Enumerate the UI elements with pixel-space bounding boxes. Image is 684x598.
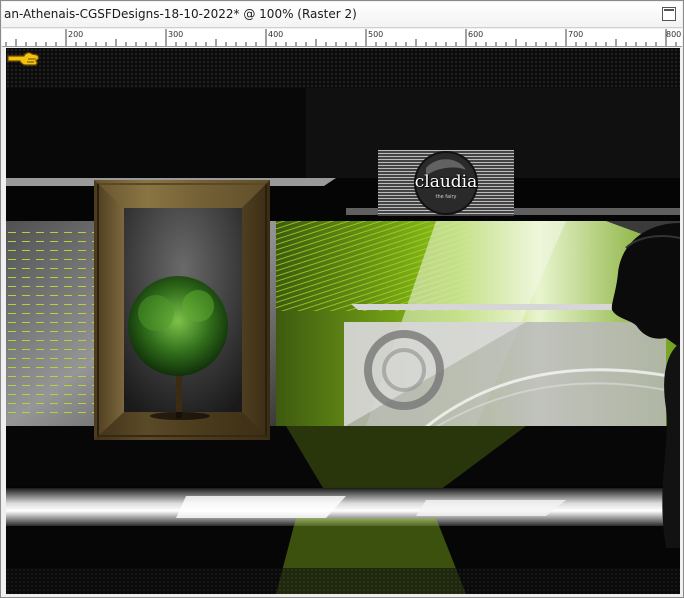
ruler-label-400: 400	[268, 30, 284, 39]
title-bar[interactable]: an-Athenais-CGSFDesigns-18-10-2022* @ 10…	[2, 2, 682, 28]
window-title: an-Athenais-CGSFDesigns-18-10-2022* @ 10…	[4, 7, 357, 21]
ruler-label-700: 700	[568, 30, 584, 39]
ruler-label-200: 200	[68, 30, 84, 39]
image-canvas[interactable]: claudia the fairy	[6, 48, 680, 594]
ruler-label-300: 300	[168, 30, 184, 39]
watermark-subtext: the fairy	[435, 194, 457, 200]
horizontal-ruler[interactable]: 200 300 400 500 600 700 800	[2, 29, 682, 47]
ruler-label-800: 800	[666, 30, 682, 39]
watermark-badge: claudia the fairy	[378, 150, 514, 216]
maximize-icon[interactable]	[662, 7, 676, 21]
pointing-hand-icon[interactable]	[6, 48, 40, 70]
app-window: an-Athenais-CGSFDesigns-18-10-2022* @ 10…	[0, 0, 684, 598]
watermark-text: claudia	[414, 172, 478, 192]
artwork-image	[6, 48, 680, 594]
ruler-label-600: 600	[468, 30, 484, 39]
ruler-label-500: 500	[368, 30, 384, 39]
